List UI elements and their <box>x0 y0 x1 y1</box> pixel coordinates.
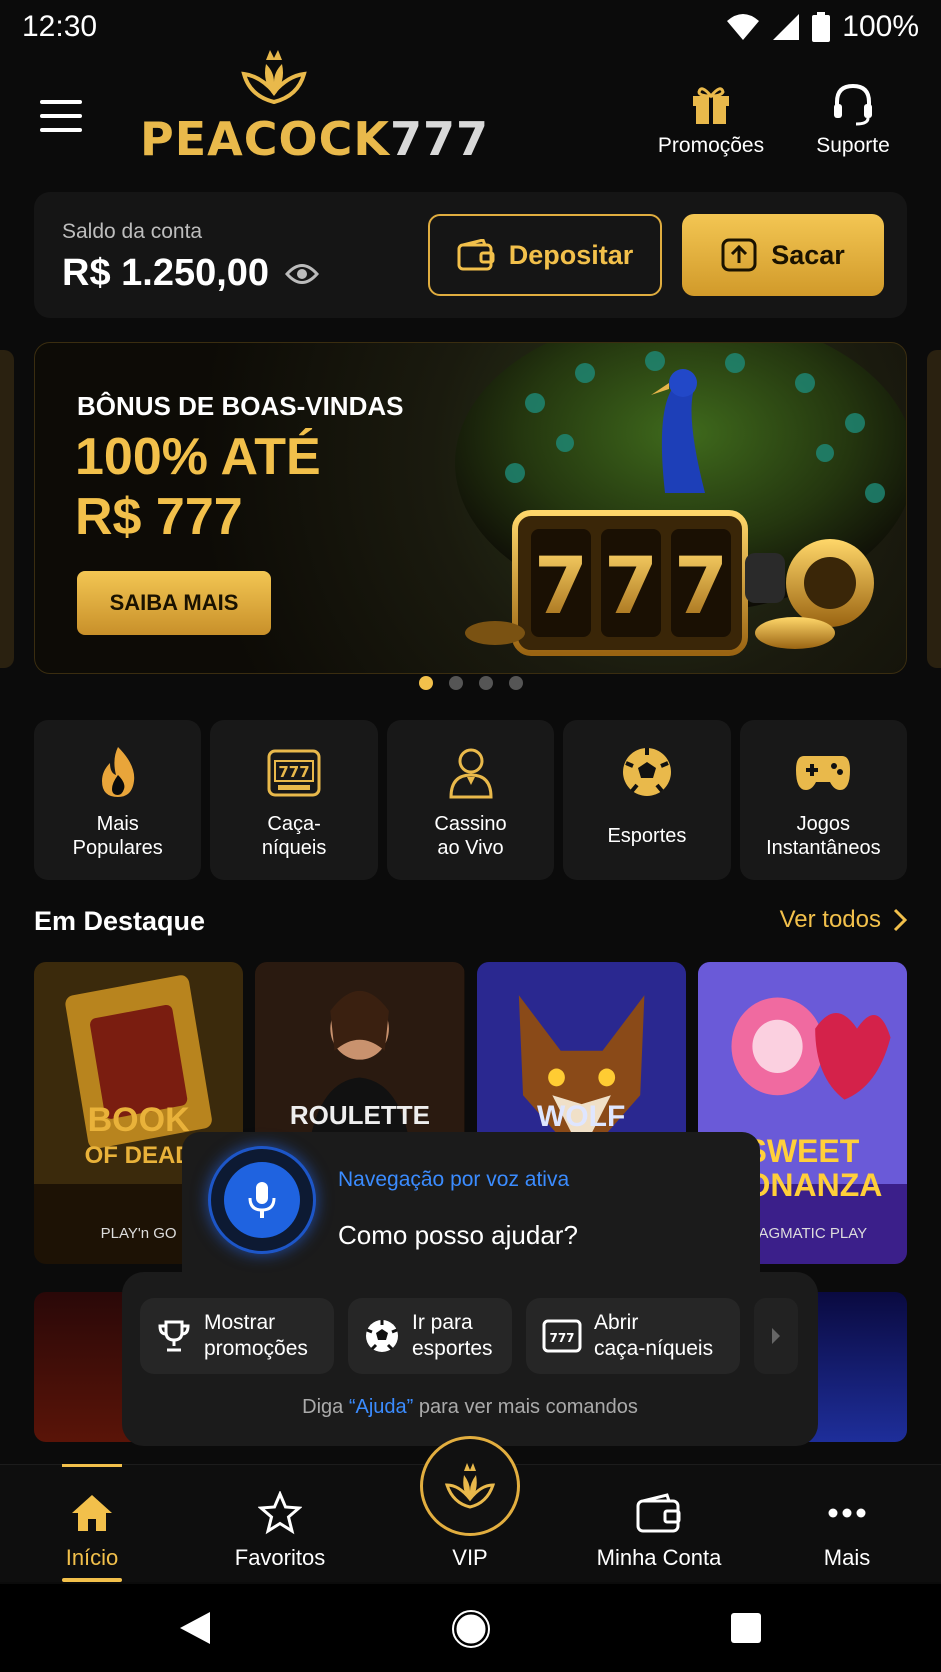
category-label: Mais Populares <box>72 813 163 859</box>
status-time: 12:30 <box>22 10 98 43</box>
voice-suggestions: Mostrar promoções Ir para esportes 777 Abr… <box>140 1298 800 1374</box>
svg-text:7: 7 <box>674 542 728 632</box>
status-bar: 12:30 100% <box>0 0 941 54</box>
carousel-dot[interactable] <box>508 676 523 690</box>
gamepad-icon <box>796 756 851 790</box>
app-header: PEACOCK777 Promoções Suporte <box>0 50 941 184</box>
nav-favorites[interactable]: Favoritos <box>200 1465 360 1583</box>
dealer-icon <box>449 748 493 799</box>
upload-icon <box>721 238 757 272</box>
svg-text:777: 777 <box>549 1331 574 1345</box>
suggestions-scroll-right[interactable] <box>754 1298 798 1374</box>
chevron-right-icon <box>772 1328 780 1344</box>
balance-card: Saldo da conta R$ 1.250,00 Depositar Sac… <box>34 192 907 318</box>
eye-icon[interactable] <box>285 263 320 285</box>
wallet-icon <box>457 239 495 271</box>
peacock-crown-icon <box>241 50 307 105</box>
banner-next-peek[interactable] <box>927 350 941 668</box>
category-label: Caça-níqueis <box>261 813 327 859</box>
carousel-indicators <box>0 676 941 690</box>
category-popular[interactable]: Mais Populares <box>34 720 202 880</box>
deposit-button[interactable]: Depositar <box>428 214 662 296</box>
gift-icon <box>693 87 729 124</box>
flame-icon <box>101 747 134 797</box>
category-label: Esportes <box>607 825 687 847</box>
recents-icon[interactable] <box>730 1612 762 1644</box>
withdraw-button[interactable]: Sacar <box>682 214 884 296</box>
soccer-ball-icon <box>366 1320 398 1352</box>
category-label: Cassino ao Vivo <box>434 813 507 859</box>
home-icon <box>72 1495 112 1531</box>
banner-prev-peek[interactable] <box>0 350 14 668</box>
balance-value: R$ 1.250,00 <box>62 252 320 295</box>
support-label: Suporte <box>816 134 890 157</box>
microphone-icon <box>248 1182 276 1218</box>
battery-icon <box>812 12 831 42</box>
voice-status: Navegação por voz ativa <box>338 1168 570 1191</box>
back-icon[interactable] <box>178 1610 212 1646</box>
category-sports[interactable]: Esportes <box>563 720 731 880</box>
slot-machine-icon: 777 <box>542 1319 582 1353</box>
vip-button[interactable] <box>420 1436 520 1536</box>
headset-icon <box>834 83 872 126</box>
welcome-bonus-banner[interactable]: 7 7 7 BÔNUS DE BOAS-VINDAS 100% ATÉ R$ 7… <box>34 342 907 674</box>
carousel-dot[interactable] <box>418 676 433 690</box>
logo-text: PEACOCK777 <box>140 112 490 166</box>
active-tab-underline <box>62 1578 122 1582</box>
carousel-dot[interactable] <box>448 676 463 690</box>
svg-text:7: 7 <box>604 542 658 632</box>
menu-button[interactable] <box>40 100 86 134</box>
featured-title: Em Destaque <box>34 906 206 936</box>
suggestion-open-slots[interactable]: 777 Abrir caça-níqueis <box>526 1298 740 1374</box>
active-tab-indicator <box>62 1464 122 1467</box>
promotions-label: Promoções <box>657 134 765 157</box>
support-button[interactable]: Suporte <box>793 82 913 158</box>
voice-hint: Diga “Ajuda” para ver mais comandos <box>302 1396 638 1418</box>
game-name: WOLF <box>536 1100 626 1133</box>
see-all-link[interactable]: Ver todos <box>780 906 907 934</box>
banner-title: 100% ATÉ R$ 777 <box>75 428 321 546</box>
category-instant-games[interactable]: Jogos Instantâneos <box>739 720 908 880</box>
system-navigation-bar <box>0 1584 941 1672</box>
signal-icon <box>773 14 800 40</box>
star-icon <box>258 1491 302 1535</box>
category-slots[interactable]: 777 Caça-níqueis <box>210 720 378 880</box>
carousel-dot[interactable] <box>478 676 493 690</box>
nav-home[interactable]: Início <box>12 1465 172 1583</box>
suggestion-go-to-sports[interactable]: Ir para esportes <box>348 1298 512 1374</box>
svg-text:777: 777 <box>278 763 309 781</box>
withdraw-label: Sacar <box>771 239 845 270</box>
peacock-slot-illustration: 7 7 7 <box>455 343 906 656</box>
chevron-right-icon <box>893 908 907 932</box>
wifi-icon <box>727 14 760 40</box>
more-dots-icon <box>828 1508 866 1518</box>
status-icons: 100% <box>726 10 919 44</box>
category-live-casino[interactable]: Cassino ao Vivo <box>386 720 555 880</box>
category-label: Jogos Instantâneos <box>766 813 881 859</box>
banner-subtitle: BÔNUS DE BOAS-VINDAS <box>77 391 404 421</box>
wallet-icon <box>636 1493 681 1533</box>
game-name: ROULETTE <box>289 1100 430 1130</box>
soccer-ball-icon <box>622 748 671 796</box>
peacock777-logo[interactable]: PEACOCK777 <box>140 50 488 166</box>
trophy-icon <box>158 1320 190 1352</box>
voice-prompt: Como posso ajudar? <box>338 1220 578 1250</box>
home-circle-icon[interactable] <box>452 1610 490 1648</box>
mic-button[interactable] <box>208 1146 316 1254</box>
nav-more[interactable]: Mais <box>767 1465 927 1583</box>
promotions-button[interactable]: Promoções <box>651 82 771 158</box>
category-bar: Mais Populares 777 Caça-níqueis Cassino ao… <box>34 720 908 880</box>
svg-text:7: 7 <box>534 542 588 632</box>
battery-percent: 100% <box>842 10 919 43</box>
slot-machine-icon: 777 <box>267 749 321 797</box>
balance-label: Saldo da conta <box>62 220 203 243</box>
balance-amount: R$ 1.250,00 <box>62 252 270 294</box>
deposit-label: Depositar <box>508 239 634 270</box>
nav-my-account[interactable]: Minha Conta <box>579 1465 739 1583</box>
peacock-crown-icon <box>444 1463 496 1509</box>
suggestion-show-promotions[interactable]: Mostrar promoções <box>140 1298 334 1374</box>
learn-more-button[interactable]: SAIBA MAIS <box>77 571 271 635</box>
